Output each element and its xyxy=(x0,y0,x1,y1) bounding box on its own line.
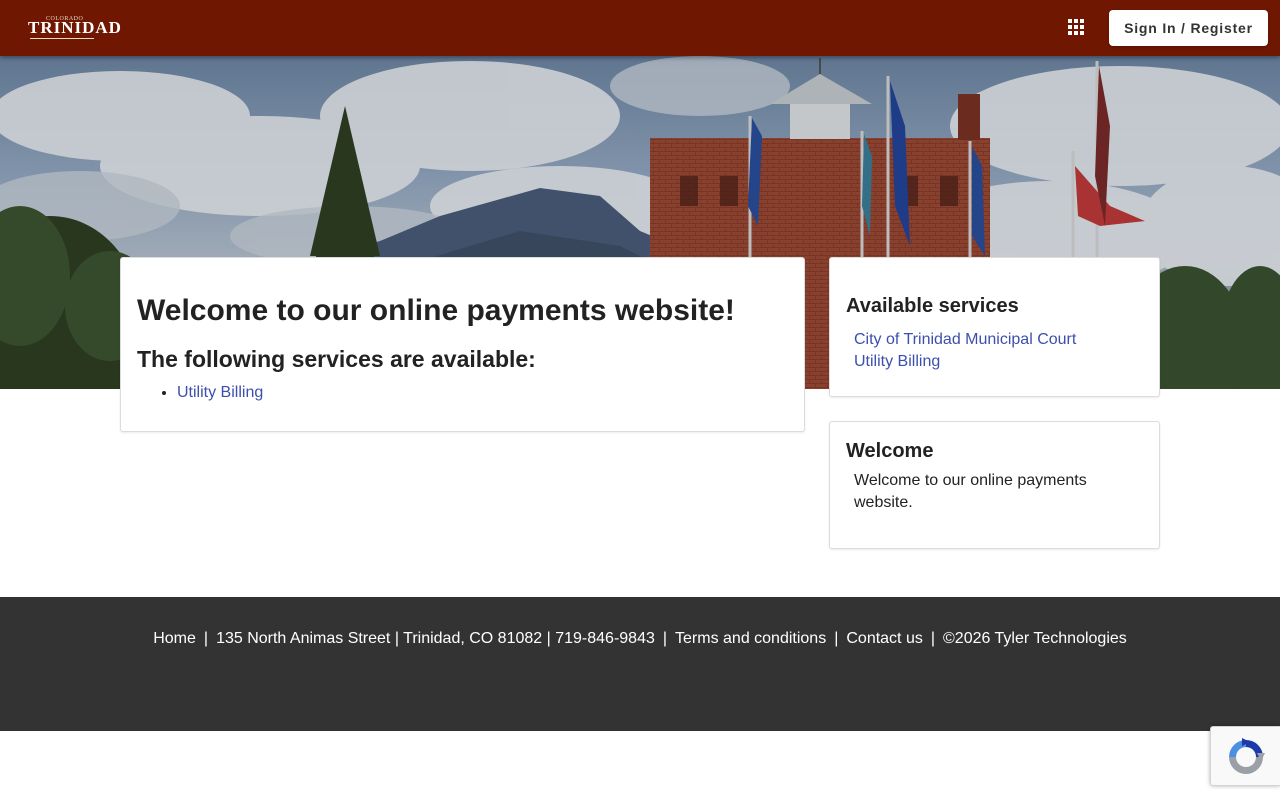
footer-separator: | xyxy=(662,630,668,647)
footer-contact-link[interactable]: Contact us xyxy=(846,630,922,647)
footer-copyright: ©2026 Tyler Technologies xyxy=(943,630,1127,647)
utility-billing-link[interactable]: Utility Billing xyxy=(177,384,263,401)
municipal-court-link[interactable]: City of Trinidad Municipal Court xyxy=(854,329,1076,351)
services-subtitle: The following services are available: xyxy=(137,346,536,372)
welcome-side-card: Welcome Welcome to our online payments w… xyxy=(829,421,1160,549)
available-services-title: Available services xyxy=(846,295,1019,317)
apps-grid-icon[interactable] xyxy=(1066,17,1088,39)
footer-separator: | xyxy=(203,630,209,647)
footer-separator: | xyxy=(930,630,935,647)
logo-underline xyxy=(30,38,94,39)
recaptcha-badge[interactable] xyxy=(1210,726,1280,786)
footer-address: 135 North Animas Street | Trinidad, CO 8… xyxy=(216,630,655,647)
top-navigation-bar: COLORADO TRINIDAD Sign In / Register xyxy=(0,0,1280,56)
available-services-card: Available services City of Trinidad Muni… xyxy=(829,257,1160,397)
footer-separator: | xyxy=(834,630,839,647)
logo-city-text: TRINIDAD xyxy=(28,18,122,37)
welcome-text: Welcome to our online payments website. xyxy=(854,472,1087,511)
trinidad-logo[interactable]: COLORADO TRINIDAD xyxy=(28,14,121,42)
footer-terms-link[interactable]: Terms and conditions xyxy=(675,630,826,647)
recaptcha-icon xyxy=(1229,738,1265,774)
services-list: Utility Billing xyxy=(177,384,263,402)
footer: Home | 135 North Animas Street | Trinidad,… xyxy=(0,597,1280,731)
footer-links: Home | 135 North Animas Street | Trinidad,… xyxy=(0,630,1280,648)
sign-in-register-button[interactable]: Sign In / Register xyxy=(1109,10,1268,46)
footer-home-link[interactable]: Home xyxy=(153,630,196,647)
welcome-title: Welcome xyxy=(846,440,934,462)
available-services-links: City of Trinidad Municipal Court Utility… xyxy=(854,329,1076,373)
list-item: Utility Billing xyxy=(177,384,263,402)
welcome-main-card: Welcome to our online payments website! … xyxy=(120,257,805,432)
page-title: Welcome to our online payments website! xyxy=(137,294,735,327)
sidebar-utility-billing-link[interactable]: Utility Billing xyxy=(854,351,1076,373)
